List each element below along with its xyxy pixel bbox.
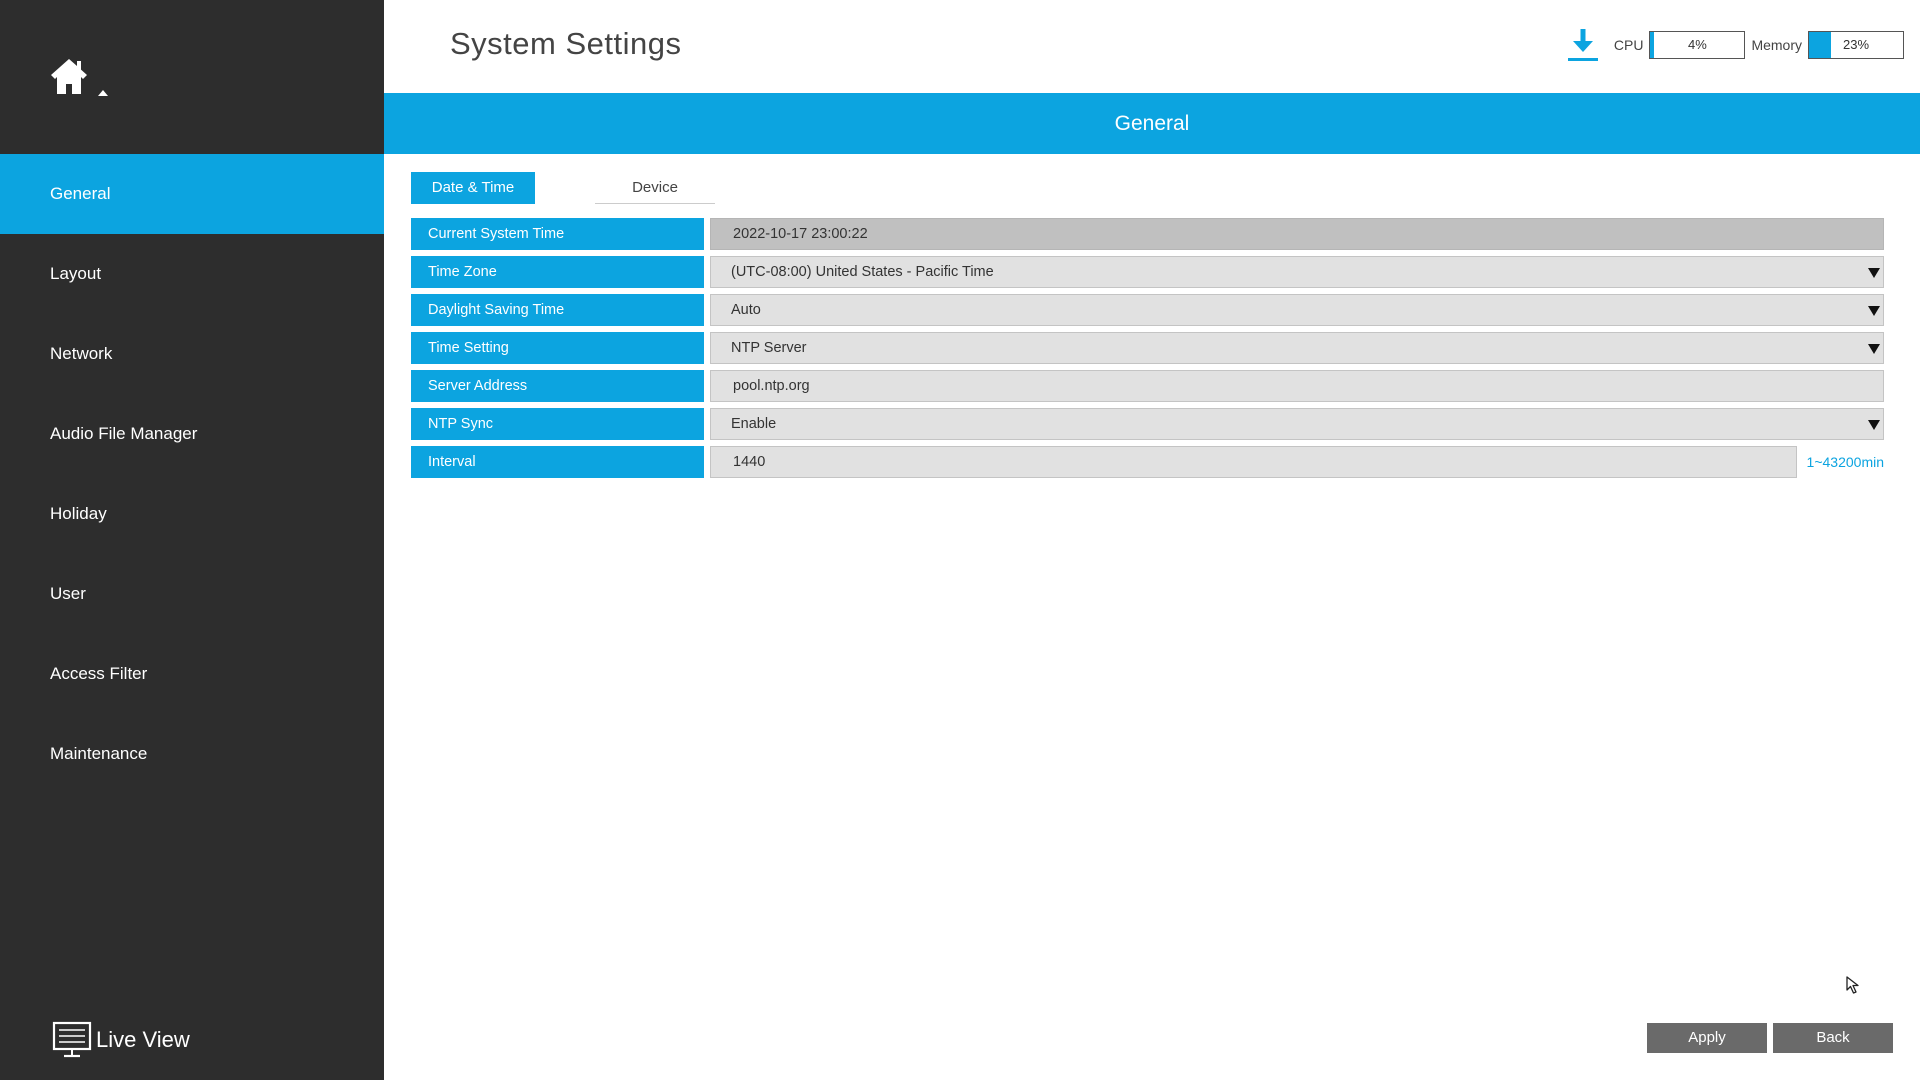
tab-device[interactable]: Device bbox=[595, 172, 715, 204]
time-setting-select[interactable]: NTP Server bbox=[710, 332, 1884, 364]
section-title: General bbox=[384, 93, 1920, 154]
sidebar-item-user[interactable]: User bbox=[0, 554, 384, 634]
dropdown-arrow-icon[interactable] bbox=[1868, 344, 1880, 354]
server-address-input[interactable]: pool.ntp.org bbox=[710, 370, 1884, 402]
daylight-saving-time-value: Auto bbox=[731, 302, 761, 318]
mouse-cursor-icon bbox=[1846, 976, 1859, 994]
tab-date-time[interactable]: Date & Time bbox=[411, 172, 535, 204]
interval-input[interactable]: 1440 bbox=[710, 446, 1797, 478]
page-title: System Settings bbox=[450, 26, 682, 61]
form-row-time-zone: Time Zone (UTC-08:00) United States - Pa… bbox=[411, 256, 1884, 288]
form-row-daylight-saving-time: Daylight Saving Time Auto bbox=[411, 294, 1884, 326]
current-system-time-label: Current System Time bbox=[411, 218, 704, 250]
daylight-saving-time-label: Daylight Saving Time bbox=[411, 294, 704, 326]
sidebar-item-layout[interactable]: Layout bbox=[0, 234, 384, 314]
apply-button[interactable]: Apply bbox=[1647, 1023, 1767, 1053]
live-view-label: Live View bbox=[96, 1027, 190, 1052]
time-setting-label: Time Setting bbox=[411, 332, 704, 364]
form-row-interval: Interval 1440 1~43200min bbox=[411, 446, 1884, 478]
sidebar-nav: General Layout Network Audio File Manage… bbox=[0, 154, 384, 794]
dropdown-arrow-icon[interactable] bbox=[1868, 420, 1880, 430]
form-row-time-setting: Time Setting NTP Server bbox=[411, 332, 1884, 364]
memory-value: 23% bbox=[1842, 37, 1870, 52]
system-monitor: CPU 4% Memory 23% bbox=[1566, 28, 1910, 62]
form-row-server-address: Server Address pool.ntp.org bbox=[411, 370, 1884, 402]
ntp-sync-label: NTP Sync bbox=[411, 408, 704, 440]
ntp-sync-select[interactable]: Enable bbox=[710, 408, 1884, 440]
daylight-saving-time-select[interactable]: Auto bbox=[710, 294, 1884, 326]
home-icon[interactable] bbox=[48, 56, 112, 104]
memory-meter: 23% bbox=[1808, 31, 1904, 59]
sidebar-item-maintenance[interactable]: Maintenance bbox=[0, 714, 384, 794]
cpu-value: 4% bbox=[1688, 37, 1707, 52]
time-setting-value: NTP Server bbox=[731, 340, 807, 356]
form-row-ntp-sync: NTP Sync Enable bbox=[411, 408, 1884, 440]
sidebar-item-holiday[interactable]: Holiday bbox=[0, 474, 384, 554]
server-address-label: Server Address bbox=[411, 370, 704, 402]
current-system-time-value: 2022-10-17 23:00:22 bbox=[710, 218, 1884, 250]
sidebar-item-network[interactable]: Network bbox=[0, 314, 384, 394]
interval-range-hint: 1~43200min bbox=[1806, 454, 1884, 470]
sidebar-item-access-filter[interactable]: Access Filter bbox=[0, 634, 384, 714]
time-zone-value: (UTC-08:00) United States - Pacific Time bbox=[731, 264, 994, 280]
live-view-button[interactable]: Live View bbox=[52, 1020, 190, 1060]
monitor-icon bbox=[52, 1021, 92, 1058]
time-zone-label: Time Zone bbox=[411, 256, 704, 288]
form-row-current-system-time: Current System Time 2022-10-17 23:00:22 bbox=[411, 218, 1884, 250]
sidebar-item-audio-file-manager[interactable]: Audio File Manager bbox=[0, 394, 384, 474]
download-icon[interactable] bbox=[1566, 27, 1600, 63]
sidebar: General Layout Network Audio File Manage… bbox=[0, 0, 384, 1080]
dropdown-arrow-icon[interactable] bbox=[1868, 268, 1880, 278]
back-button[interactable]: Back bbox=[1773, 1023, 1893, 1053]
memory-label: Memory bbox=[1751, 37, 1802, 53]
dropdown-arrow-icon[interactable] bbox=[1868, 306, 1880, 316]
cpu-label: CPU bbox=[1613, 37, 1644, 53]
cpu-meter: 4% bbox=[1649, 31, 1746, 59]
interval-label: Interval bbox=[411, 446, 704, 478]
ntp-sync-value: Enable bbox=[731, 416, 777, 432]
time-zone-select[interactable]: (UTC-08:00) United States - Pacific Time bbox=[710, 256, 1884, 288]
sidebar-item-general[interactable]: General bbox=[0, 154, 384, 234]
date-time-form: Current System Time 2022-10-17 23:00:22 … bbox=[411, 218, 1884, 484]
tab-bar: Date & Time Device bbox=[411, 172, 715, 204]
